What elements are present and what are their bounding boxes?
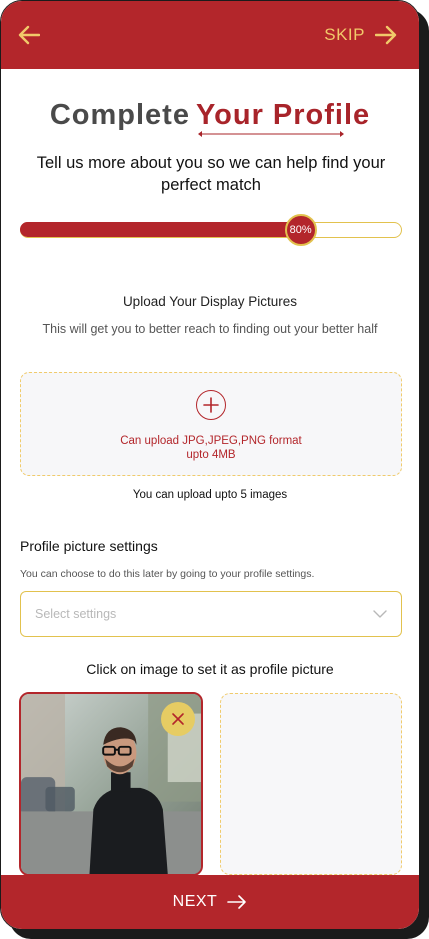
upload-limit-text: You can upload upto 5 images	[132, 489, 288, 501]
dropzone-format-text: Can upload JPG,JPEG,PNG format	[120, 435, 302, 447]
title-underline-decoration	[197, 131, 344, 137]
profile-settings-subheading: You can choose to do this later by going…	[20, 568, 315, 580]
image-upload-dropzone[interactable]: Can upload JPG,JPEG,PNG format upto 4MB	[20, 372, 402, 476]
page-title: Complete Your Profile	[1, 99, 419, 137]
uploaded-photo-card[interactable]	[19, 692, 203, 876]
title-part2: Your Profile	[195, 99, 371, 131]
select-placeholder: Select settings	[35, 607, 117, 621]
title-part1: Complete	[49, 99, 190, 131]
image-hint-text: Click on image to set it as profile pict…	[86, 661, 334, 677]
page-subtitle: Tell us more about you so we can help fi…	[36, 154, 386, 194]
arrow-right-icon	[375, 25, 397, 45]
upload-subheading: This will get you to better reach to fin…	[42, 322, 378, 336]
dropzone-text: Can upload JPG,JPEG,PNG format upto 4MB	[111, 434, 311, 462]
upload-heading: Upload Your Display Pictures	[122, 294, 298, 309]
empty-photo-slot[interactable]	[220, 693, 402, 875]
arrow-right-icon	[227, 895, 247, 909]
arrow-left-icon	[18, 25, 40, 45]
back-button[interactable]	[17, 23, 41, 47]
next-button[interactable]: NEXT	[1, 875, 419, 929]
skip-label: SKIP	[324, 25, 365, 44]
remove-photo-button[interactable]	[161, 702, 195, 736]
next-label: NEXT	[172, 893, 218, 910]
profile-settings-heading: Profile picture settings	[20, 538, 158, 554]
close-icon	[172, 713, 184, 725]
chevron-down-icon	[373, 609, 387, 618]
plus-circle-icon	[196, 390, 226, 420]
progress-label: 80%	[289, 224, 312, 236]
phone-screen: SKIP Complete Your Profile Tell us more a…	[0, 0, 420, 930]
profile-progress-bar: 80%	[20, 214, 402, 246]
profile-settings-select[interactable]: Select settings	[20, 591, 402, 637]
title-part2-wrap: Your Profile	[195, 99, 371, 137]
dropzone-size-text: upto 4MB	[186, 449, 236, 461]
progress-percent-badge: 80%	[284, 214, 317, 246]
skip-button[interactable]: SKIP	[324, 25, 397, 45]
progress-fill	[20, 222, 300, 237]
top-bar: SKIP	[1, 1, 419, 69]
